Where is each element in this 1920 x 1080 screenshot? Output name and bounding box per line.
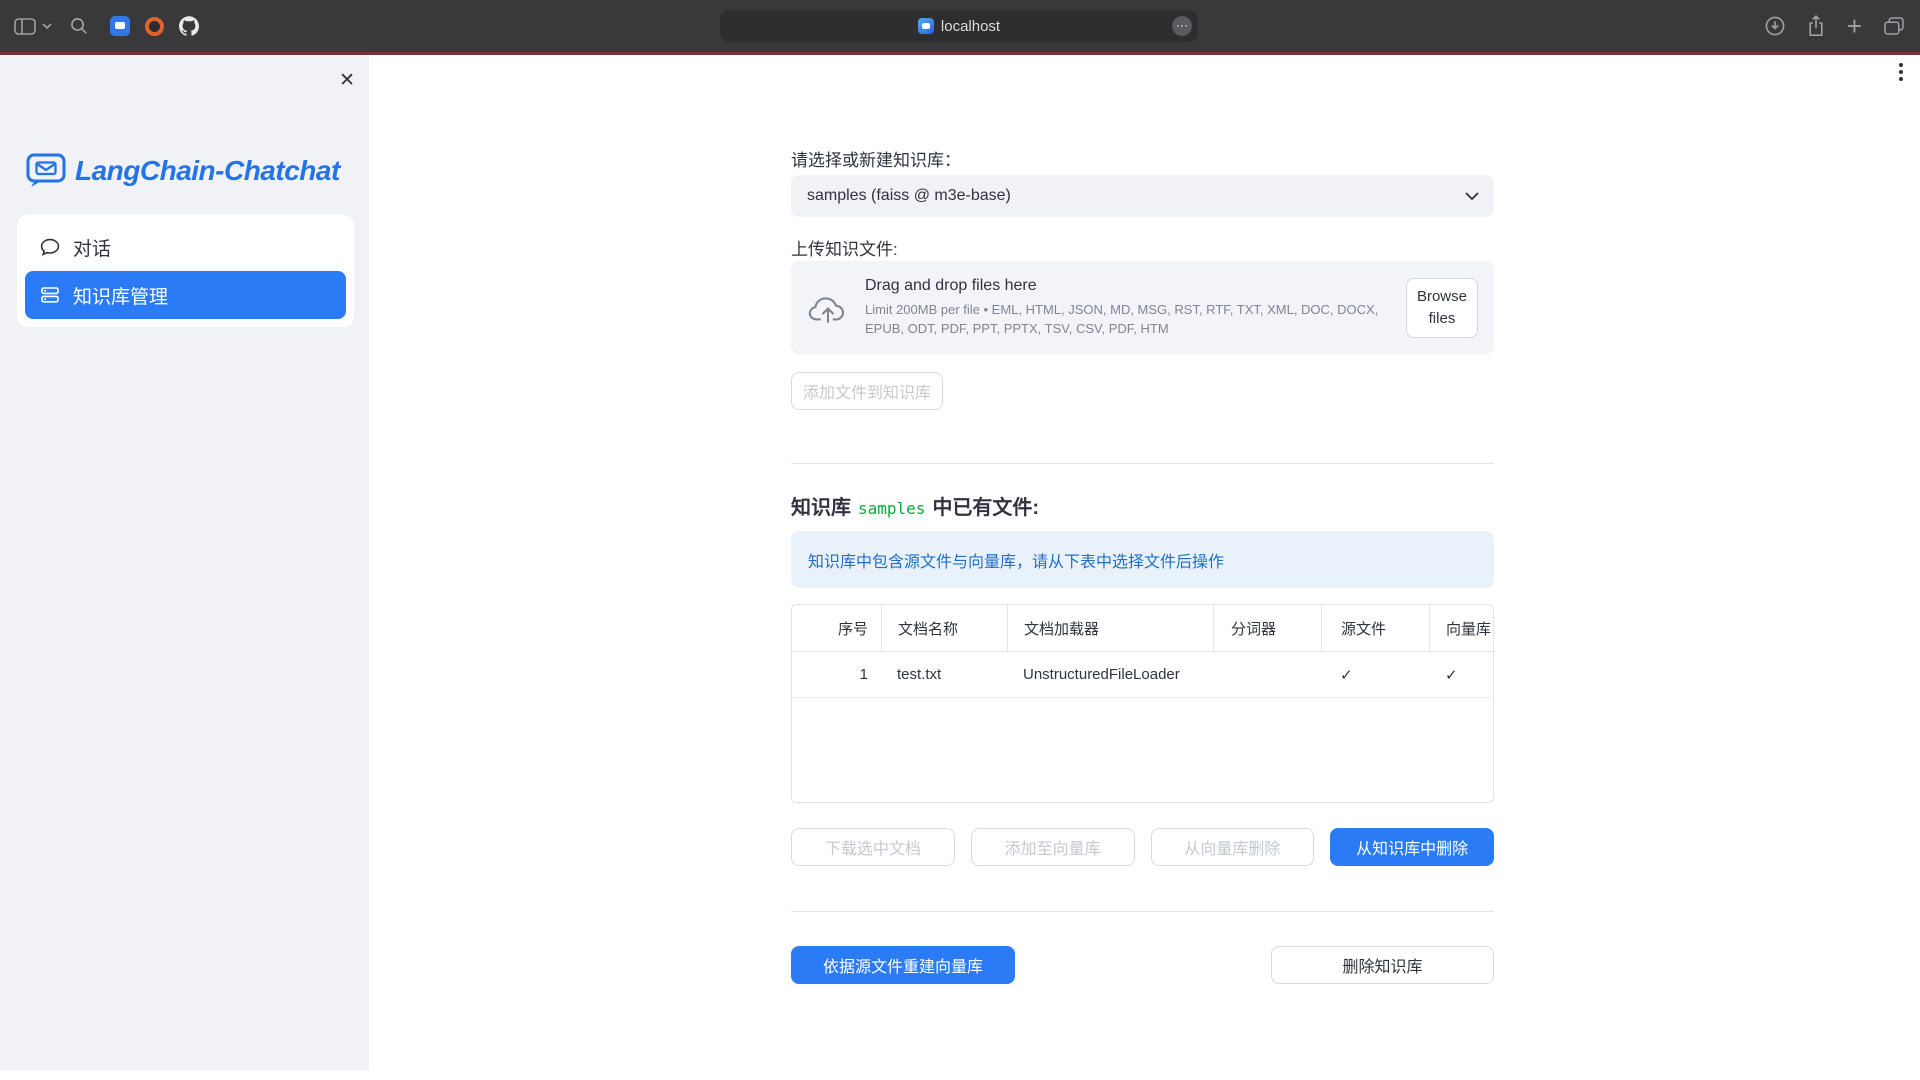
tab-overview-icon[interactable] (1884, 17, 1904, 35)
table-header-cell: 序号 (792, 605, 881, 651)
table-cell-docname: test.txt (881, 652, 1007, 697)
delete-from-kb-button[interactable]: 从知识库中删除 (1330, 828, 1494, 866)
kb-select[interactable]: samples (faiss @ m3e-base) (791, 175, 1494, 217)
address-bar[interactable]: localhost ⋯ (720, 10, 1198, 42)
browser-toolbar: localhost ⋯ + (0, 0, 1920, 52)
github-icon[interactable] (179, 16, 199, 36)
logo-text: LangChain-Chatchat (75, 155, 340, 187)
download-selected-button[interactable]: 下载选中文档 (791, 828, 955, 866)
app-logo: LangChain-Chatchat (26, 153, 340, 188)
kb-select-label: 请选择或新建知识库： (791, 146, 961, 171)
site-favicon (918, 18, 934, 34)
delete-from-vectorstore-button[interactable]: 从向量库删除 (1151, 828, 1315, 866)
sidebar-item-chat[interactable]: 对话 (25, 223, 346, 271)
files-table: 序号 文档名称 文档加载器 分词器 源文件 向量库 1 test.txt Uns… (791, 604, 1494, 803)
pinned-tab-blue-icon[interactable] (110, 16, 130, 36)
delete-kb-button[interactable]: 删除知识库 (1271, 946, 1494, 984)
browse-files-button[interactable]: Browse files (1406, 278, 1478, 338)
heading-prefix: 知识库 (791, 491, 851, 520)
chevron-down-icon (1465, 192, 1479, 200)
table-cell-sourcefile-check: ✓ (1321, 652, 1429, 697)
table-cell-loader: UnstructuredFileLoader (1007, 652, 1213, 697)
chevron-down-icon[interactable] (42, 23, 52, 30)
pinned-tab-orange-icon[interactable] (145, 17, 164, 36)
knowledge-base-icon (40, 285, 60, 305)
table-header-cell: 分词器 (1213, 605, 1321, 651)
cloud-upload-icon (807, 292, 849, 324)
sidebar-item-kb-management[interactable]: 知识库管理 (25, 271, 346, 319)
search-icon[interactable] (70, 17, 88, 35)
address-url: localhost (941, 18, 1000, 35)
table-cell-vectorstore-check: ✓ (1429, 652, 1493, 697)
nav-label: 知识库管理 (73, 282, 168, 309)
table-row[interactable]: 1 test.txt UnstructuredFileLoader ✓ ✓ (792, 652, 1493, 698)
kb-bottom-actions: 依据源文件重建向量库 删除知识库 (791, 946, 1494, 984)
add-files-to-kb-button[interactable]: 添加文件到知识库 (791, 372, 943, 410)
table-cell-index: 1 (792, 652, 881, 697)
info-alert: 知识库中包含源文件与向量库，请从下表中选择文件后操作 (791, 531, 1494, 588)
dropzone-title: Drag and drop files here (865, 277, 1390, 295)
chat-icon (40, 237, 60, 257)
table-header-cell: 向量库 (1429, 605, 1493, 651)
logo-icon (26, 153, 66, 188)
dropzone-limit-text: Limit 200MB per file • EML, HTML, JSON, … (865, 301, 1390, 337)
kb-select-value: samples (faiss @ m3e-base) (807, 187, 1011, 205)
add-to-vectorstore-button[interactable]: 添加至向量库 (971, 828, 1135, 866)
rebuild-vectorstore-button[interactable]: 依据源文件重建向量库 (791, 946, 1015, 984)
file-dropzone[interactable]: Drag and drop files here Limit 200MB per… (791, 261, 1494, 354)
table-cell-splitter (1213, 652, 1321, 697)
kebab-menu-icon[interactable] (1899, 63, 1903, 81)
new-tab-icon[interactable]: + (1847, 15, 1862, 37)
table-header-row: 序号 文档名称 文档加载器 分词器 源文件 向量库 (792, 605, 1493, 652)
table-header-cell: 文档加载器 (1007, 605, 1213, 651)
page-settings-more-icon[interactable]: ⋯ (1172, 16, 1192, 36)
downloads-icon[interactable] (1765, 16, 1785, 36)
kb-files-heading: 知识库 samples 中已有文件: (791, 491, 1039, 520)
kb-name-code: samples (858, 499, 925, 518)
upload-label: 上传知识文件: (791, 235, 898, 260)
sidebar-nav: 对话 知识库管理 (17, 215, 354, 327)
table-action-buttons: 下载选中文档 添加至向量库 从向量库删除 从知识库中删除 (791, 828, 1494, 866)
sidebar-toggle-icon[interactable] (14, 18, 36, 35)
close-sidebar-icon[interactable]: ✕ (339, 71, 355, 91)
main-content: 请选择或新建知识库： samples (faiss @ m3e-base) 上传… (791, 55, 1494, 1080)
table-header-cell: 源文件 (1321, 605, 1429, 651)
sidebar: ✕ LangChain-Chatchat 对话 (0, 55, 369, 1071)
divider (791, 463, 1494, 464)
nav-label: 对话 (73, 234, 111, 261)
table-header-cell: 文档名称 (881, 605, 1007, 651)
app-page: ✕ LangChain-Chatchat 对话 (0, 55, 1920, 1080)
share-icon[interactable] (1807, 15, 1825, 37)
divider (791, 911, 1494, 912)
heading-suffix: 中已有文件: (932, 491, 1039, 520)
